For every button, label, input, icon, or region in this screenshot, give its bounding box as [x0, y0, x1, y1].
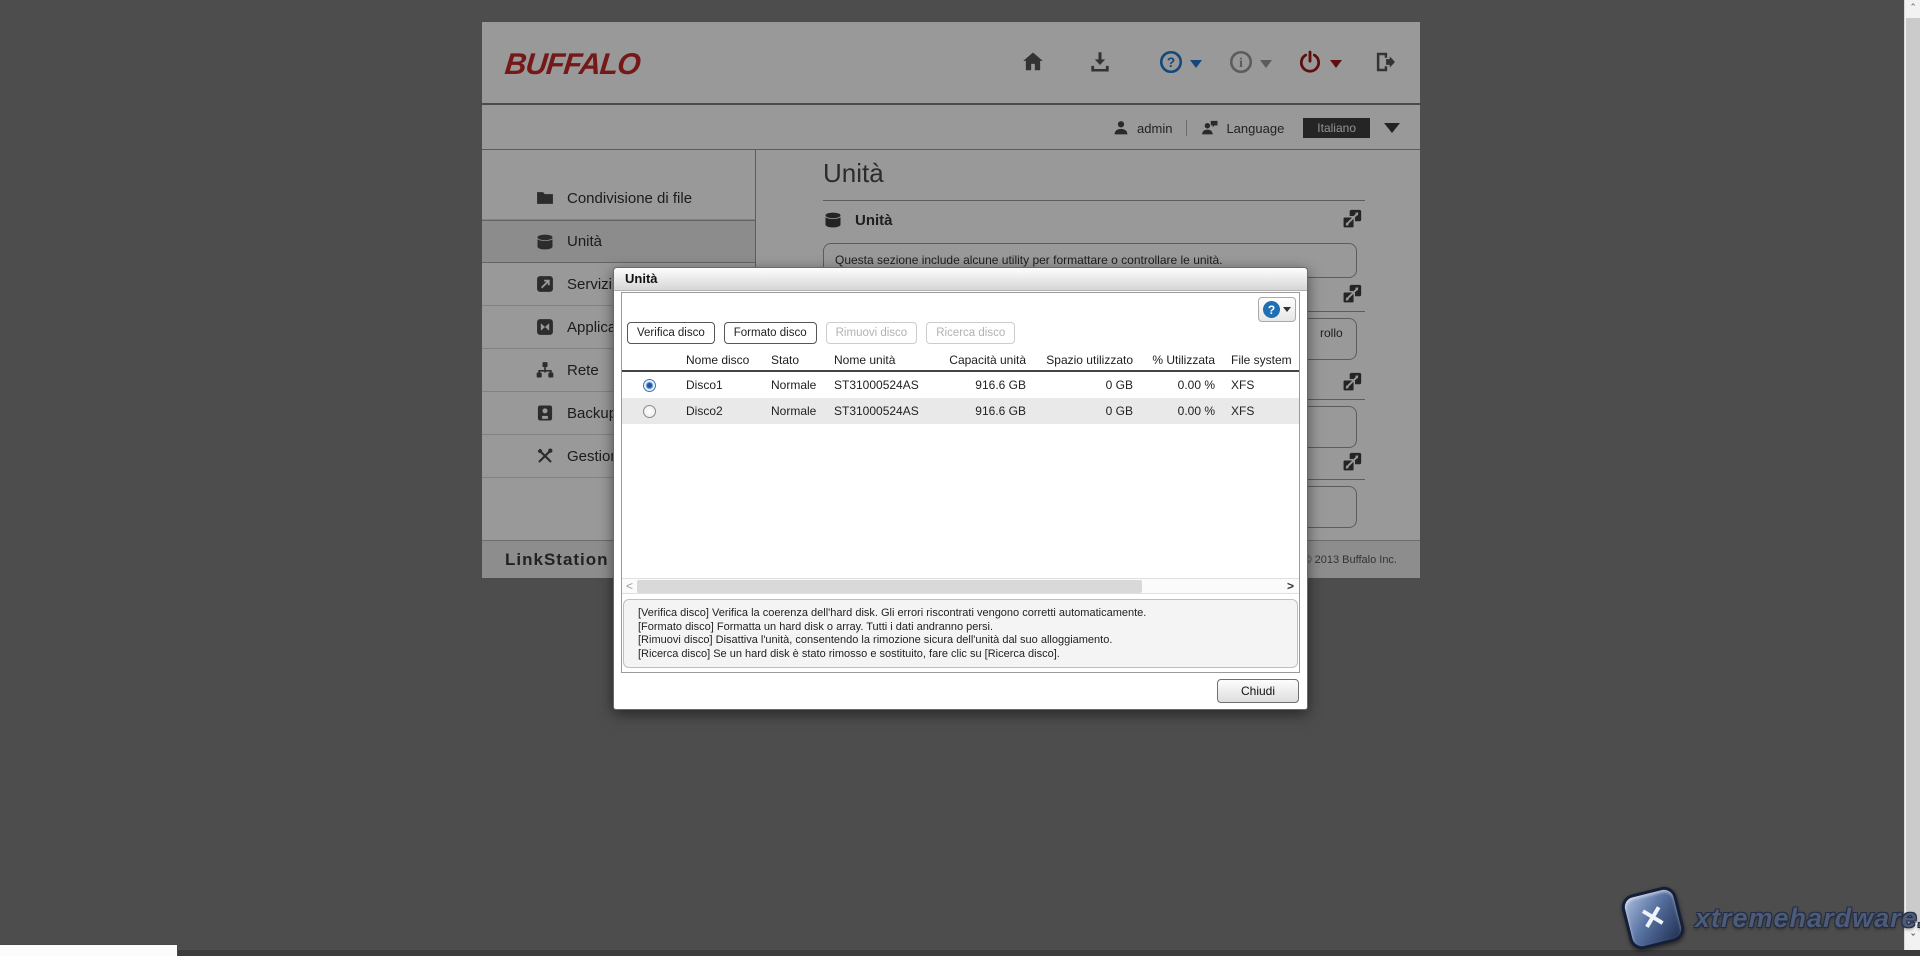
- column-header: Nome disco: [677, 353, 762, 367]
- dialog-titlebar[interactable]: Unità: [614, 268, 1307, 291]
- cell-capacita: 916.6 GB: [947, 378, 1032, 392]
- column-header: Spazio utilizzato: [1032, 353, 1137, 367]
- browser-vertical-scrollbar[interactable]: ˆ ˇ: [1904, 0, 1920, 950]
- cell-nome-unita: ST31000524AS: [827, 378, 947, 392]
- close-button[interactable]: Chiudi: [1217, 679, 1299, 703]
- formato-disco-button[interactable]: Formato disco: [724, 322, 817, 344]
- cell-spazio: 0 GB: [1032, 378, 1137, 392]
- cell-nome-disco: Disco1: [677, 378, 762, 392]
- cell-capacita: 916.6 GB: [947, 404, 1032, 418]
- scroll-up-icon[interactable]: ˆ: [1905, 0, 1920, 18]
- cell-stato: Normale: [762, 404, 827, 418]
- column-header: % Utilizzata: [1137, 353, 1223, 367]
- dialog-panel: ? Verifica disco Formato disco Rimuovi d…: [621, 292, 1300, 673]
- watermark-text: xtremehardware.com: [1695, 903, 1920, 934]
- cell-spazio: 0 GB: [1032, 404, 1137, 418]
- cell-stato: Normale: [762, 378, 827, 392]
- ricerca-disco-button: Ricerca disco: [926, 322, 1015, 344]
- scroll-left-icon[interactable]: <: [626, 579, 633, 594]
- cell-file-system: XFS: [1223, 404, 1299, 418]
- help-icon: ?: [1263, 301, 1280, 318]
- window-bottom-edge: [0, 950, 1920, 956]
- dialog-info-box: [Verifica disco] Verifica la coerenza de…: [623, 599, 1298, 668]
- cell-file-system: XFS: [1223, 378, 1299, 392]
- unita-dialog: Unità ? Verifica disco Formato disco Rim…: [613, 267, 1308, 710]
- watermark: ✕ xtremehardware.com: [1625, 890, 1920, 946]
- column-header: Nome unità: [827, 353, 947, 367]
- disk-table: Nome disco Stato Nome unità Capacità uni…: [622, 349, 1299, 424]
- column-header: Capacità unità: [947, 353, 1032, 367]
- cell-nome-disco: Disco2: [677, 404, 762, 418]
- scrollbar-thumb[interactable]: [1906, 18, 1920, 923]
- screenshot-root: BUFFALO ? i: [0, 0, 1920, 956]
- radio-selected[interactable]: [643, 379, 656, 392]
- rimuovi-disco-button: Rimuovi disco: [826, 322, 918, 344]
- table-header-row: Nome disco Stato Nome unità Capacità uni…: [622, 349, 1299, 372]
- cell-utilizzata: 0.00 %: [1137, 404, 1223, 418]
- chevron-down-icon: [1283, 307, 1291, 312]
- scroll-right-icon[interactable]: >: [1287, 579, 1294, 594]
- dialog-help-button[interactable]: ?: [1258, 297, 1296, 322]
- xtremehardware-logo-icon: ✕: [1619, 884, 1687, 952]
- info-line: [Formato disco] Formatta un hard disk o …: [638, 621, 1283, 635]
- horizontal-scrollbar[interactable]: < >: [622, 578, 1299, 594]
- column-header: Stato: [762, 353, 827, 367]
- column-header: File system: [1223, 353, 1299, 367]
- info-line: [Rimuovi disco] Disattiva l'unità, conse…: [638, 634, 1283, 648]
- info-line: [Ricerca disco] Se un hard disk è stato …: [638, 648, 1283, 662]
- radio-unselected[interactable]: [643, 405, 656, 418]
- status-tooltip: [0, 944, 178, 956]
- scrollbar-thumb[interactable]: [637, 580, 1142, 593]
- table-row-disco2[interactable]: Disco2 Normale ST31000524AS 916.6 GB 0 G…: [622, 398, 1299, 424]
- cell-nome-unita: ST31000524AS: [827, 404, 947, 418]
- info-line: [Verifica disco] Verifica la coerenza de…: [638, 607, 1283, 621]
- verifica-disco-button[interactable]: Verifica disco: [627, 322, 715, 344]
- table-row-disco1[interactable]: Disco1 Normale ST31000524AS 916.6 GB 0 G…: [622, 372, 1299, 398]
- cell-utilizzata: 0.00 %: [1137, 378, 1223, 392]
- dialog-toolbar: Verifica disco Formato disco Rimuovi dis…: [627, 322, 1015, 344]
- dialog-footer: Chiudi: [614, 673, 1307, 709]
